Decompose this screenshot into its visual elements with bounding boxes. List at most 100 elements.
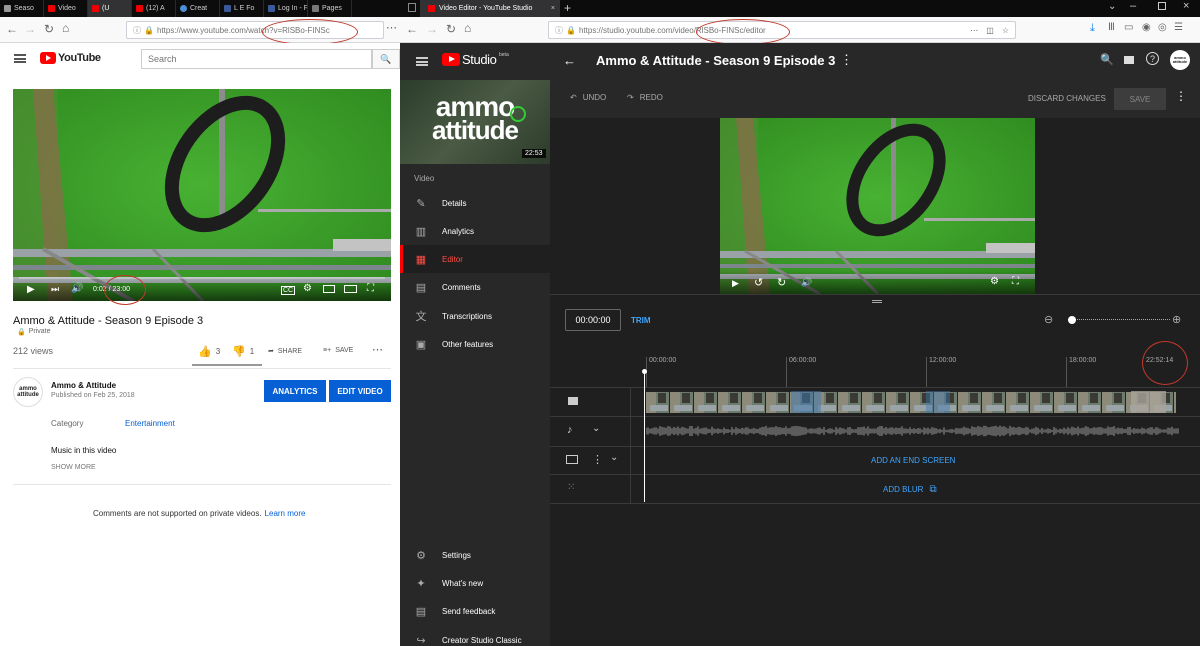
save-button[interactable]: SAVE xyxy=(1114,88,1166,110)
left-video-player[interactable]: ▶ ⏭ 🔊 0:02 / 23:00 CC ⚙ ⛶ xyxy=(13,89,391,301)
options-icon[interactable]: ⋮ xyxy=(592,453,603,466)
sidebar-item-other-features[interactable]: ▣ Other features xyxy=(400,330,550,358)
fullscreen-icon[interactable]: ⛶ xyxy=(1012,276,1019,287)
chevron-down-icon[interactable]: ⌄ xyxy=(610,452,618,463)
category-link[interactable]: Entertainment xyxy=(125,419,175,428)
help-icon[interactable]: ? xyxy=(1146,52,1159,65)
channel-name[interactable]: Ammo & Attitude xyxy=(51,381,116,390)
sidebar-item-comments[interactable]: ▤ Comments xyxy=(400,273,550,301)
dislike-button[interactable]: 👎 1 xyxy=(232,345,254,358)
like-button[interactable]: 👍 3 xyxy=(198,345,220,358)
tab-8[interactable]: Pages xyxy=(308,0,352,17)
timecode-input[interactable]: 00:00:00 xyxy=(565,309,621,331)
tab-list-icon[interactable]: ⌄ xyxy=(1108,1,1116,12)
zoom-in-icon[interactable]: ⊕ xyxy=(1172,313,1181,326)
discard-changes-button[interactable]: DISCARD CHANGES xyxy=(1028,94,1106,103)
sidebar-item-whats-new[interactable]: ✦ What's new xyxy=(400,569,550,597)
trim-button[interactable]: TRIM xyxy=(631,316,651,325)
more-options-icon[interactable]: ⋮ xyxy=(1175,89,1187,103)
extension-icon[interactable]: ◎ xyxy=(1158,22,1167,33)
sidebar-item-analytics[interactable]: ▥ Analytics xyxy=(400,217,550,245)
zoom-slider-knob[interactable] xyxy=(1068,316,1076,324)
pocket-icon[interactable]: ◫ xyxy=(986,26,994,35)
playhead[interactable] xyxy=(642,369,647,502)
sidebar-item-details[interactable]: ✎ Details xyxy=(400,189,550,217)
video-filmstrip[interactable] xyxy=(646,391,1176,413)
editor-video-preview[interactable]: ▶ ↺ ↻ 🔊 ⚙ ⛶ xyxy=(720,118,1035,294)
back-icon[interactable]: ← xyxy=(406,22,418,36)
show-more-button[interactable]: SHOW MORE xyxy=(51,464,96,471)
sidebar-item-feedback[interactable]: ▤ Send feedback xyxy=(400,597,550,625)
sidebar-item-editor[interactable]: ▦ Editor xyxy=(400,245,550,273)
close-window-icon[interactable]: × xyxy=(1183,0,1189,12)
forward-icon[interactable]: → xyxy=(24,22,36,36)
new-tab-icon[interactable]: + xyxy=(564,1,571,15)
volume-icon[interactable]: 🔊 xyxy=(71,283,83,294)
search-button[interactable]: 🔍 xyxy=(372,49,400,69)
tab-3[interactable]: (U xyxy=(88,0,132,17)
refresh-icon[interactable]: ↻ xyxy=(44,22,54,36)
menu-icon[interactable] xyxy=(416,57,428,66)
search-input[interactable] xyxy=(141,49,372,69)
progress-bar[interactable] xyxy=(19,277,385,279)
redo-button[interactable]: ↷ REDO xyxy=(627,93,663,102)
theater-mode-icon[interactable] xyxy=(344,285,357,293)
gear-icon[interactable]: ⚙ xyxy=(303,283,312,294)
tab-1[interactable]: Seaso xyxy=(0,0,44,17)
video-thumbnail[interactable]: ammo attitude 22:53 xyxy=(400,80,550,164)
forward-icon[interactable]: → xyxy=(426,22,438,36)
more-dots-icon[interactable]: ⋯ xyxy=(386,21,397,34)
chevron-down-icon[interactable]: ⌄ xyxy=(592,423,600,434)
zoom-slider[interactable] xyxy=(1068,316,1170,324)
sidebar-item-classic[interactable]: ↪ Creator Studio Classic xyxy=(400,626,550,646)
channel-avatar[interactable]: ammo attitude xyxy=(13,377,43,407)
tab-6[interactable]: L E Fo xyxy=(220,0,264,17)
refresh-icon[interactable]: ↻ xyxy=(446,22,456,36)
back-icon[interactable]: ← xyxy=(6,22,18,36)
home-icon[interactable]: ⌂ xyxy=(464,21,471,35)
tab-7[interactable]: Log In - F xyxy=(264,0,308,17)
sidebar-item-transcriptions[interactable]: 文 Transcriptions xyxy=(400,302,550,330)
tab-5[interactable]: Creat xyxy=(176,0,220,17)
maximize-icon[interactable] xyxy=(1158,2,1166,10)
account-icon[interactable]: ◉ xyxy=(1142,22,1151,33)
tab-4[interactable]: (12) A xyxy=(132,0,176,17)
sidebar-icon[interactable]: ▭ xyxy=(1124,22,1133,33)
play-icon[interactable]: ▶ xyxy=(27,284,35,295)
fullscreen-icon[interactable]: ⛶ xyxy=(367,283,374,294)
resize-handle-icon[interactable] xyxy=(872,300,882,303)
zoom-out-icon[interactable]: ⊖ xyxy=(1044,313,1053,326)
search-icon[interactable]: 🔍 xyxy=(1100,53,1114,66)
sidebar-item-settings[interactable]: ⚙ Settings xyxy=(400,541,550,569)
library-icon[interactable]: Ⅲ xyxy=(1108,22,1115,33)
audio-waveform[interactable] xyxy=(646,422,1180,440)
youtube-logo-icon[interactable] xyxy=(40,52,56,64)
tab-video-editor[interactable]: Video Editor - YouTube Studio × xyxy=(420,0,560,17)
edit-video-button[interactable]: EDIT VIDEO xyxy=(329,380,391,402)
avatar[interactable]: ammo attitude xyxy=(1170,50,1190,70)
hamburger-menu-icon[interactable]: ☰ xyxy=(1174,22,1183,33)
learn-more-link[interactable]: Learn more xyxy=(265,509,306,518)
miniplayer-icon[interactable] xyxy=(323,285,335,293)
playhead-knob[interactable] xyxy=(642,369,647,374)
create-video-icon[interactable] xyxy=(1124,56,1134,64)
download-icon[interactable]: ⤓ xyxy=(1090,22,1095,35)
more-dots-icon[interactable]: ⋯ xyxy=(970,26,978,35)
bookmark-star-icon[interactable]: ☆ xyxy=(1002,26,1009,35)
menu-icon[interactable] xyxy=(14,54,26,63)
more-icon[interactable]: ⋯ xyxy=(372,343,383,356)
save-button[interactable]: ≡+ SAVE xyxy=(323,347,353,354)
share-button[interactable]: ➦ SHARE xyxy=(268,347,302,356)
next-icon[interactable]: ⏭ xyxy=(51,284,59,295)
gear-icon[interactable]: ⚙ xyxy=(990,276,999,287)
close-tab-icon[interactable]: × xyxy=(551,5,555,12)
options-icon[interactable]: ⋮ xyxy=(840,52,853,68)
add-end-screen-button[interactable]: ADD AN END SCREEN xyxy=(871,456,955,465)
back-arrow-icon[interactable]: ← xyxy=(563,53,576,68)
rewind-icon[interactable]: ↺ xyxy=(754,276,763,289)
play-icon[interactable]: ▶ xyxy=(732,278,739,289)
youtube-logo-icon[interactable] xyxy=(442,53,460,66)
volume-icon[interactable]: 🔊 xyxy=(801,277,812,288)
analytics-button[interactable]: ANALYTICS xyxy=(264,380,326,402)
tab-2[interactable]: Video xyxy=(44,0,88,17)
